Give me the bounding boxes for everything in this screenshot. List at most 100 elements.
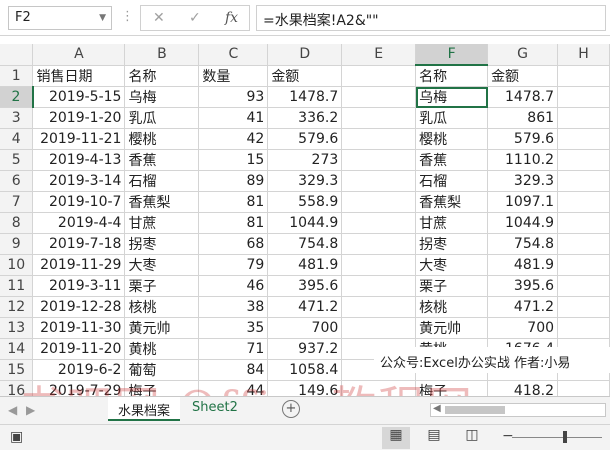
grid-cell[interactable]: 乌梅 — [415, 86, 489, 108]
grid-cell[interactable]: 乳瓜 — [415, 107, 489, 129]
column-header[interactable]: H — [557, 44, 610, 66]
grid-cell[interactable]: 黄元帅 — [415, 317, 489, 339]
tab-prev-icon[interactable]: ◀ — [8, 403, 17, 417]
grid-cell[interactable]: 甘蔗 — [415, 212, 489, 234]
grid-cell[interactable] — [341, 149, 417, 171]
grid-cell[interactable]: 754.8 — [267, 233, 343, 255]
grid-cell[interactable]: 金额 — [487, 65, 559, 87]
row-header[interactable]: 15 — [0, 359, 34, 381]
grid-cell[interactable] — [557, 296, 610, 318]
row-header[interactable]: 9 — [0, 233, 34, 255]
column-header[interactable]: B — [124, 44, 200, 66]
row-header[interactable]: 6 — [0, 170, 34, 192]
grid-cell[interactable]: 81 — [198, 191, 269, 213]
grid-cell[interactable]: 579.6 — [267, 128, 343, 150]
grid-cell[interactable] — [341, 233, 417, 255]
grid-cell[interactable]: 1044.9 — [267, 212, 343, 234]
grid-cell[interactable] — [557, 86, 610, 108]
grid-cell[interactable]: 拐枣 — [124, 233, 200, 255]
row-header[interactable]: 8 — [0, 212, 34, 234]
column-header[interactable]: G — [487, 44, 559, 66]
insert-function-icon[interactable]: fx — [225, 10, 238, 26]
grid-cell[interactable]: 481.9 — [487, 254, 559, 276]
grid-cell[interactable]: 2019-11-29 — [32, 254, 126, 276]
grid-cell[interactable] — [341, 212, 417, 234]
grid-cell[interactable]: 2019-7-18 — [32, 233, 126, 255]
grid-cell[interactable]: 68 — [198, 233, 269, 255]
grid-cell[interactable]: 乌梅 — [124, 86, 200, 108]
grid-cell[interactable]: 1044.9 — [487, 212, 559, 234]
grid-cell[interactable]: 大枣 — [415, 254, 489, 276]
normal-view-icon[interactable]: ▦ — [382, 427, 410, 449]
grid-cell[interactable]: 1478.7 — [487, 86, 559, 108]
grid-cell[interactable]: 937.2 — [267, 338, 343, 360]
grid-cell[interactable]: 71 — [198, 338, 269, 360]
tab-next-icon[interactable]: ▶ — [26, 403, 35, 417]
grid-cell[interactable]: 2019-11-20 — [32, 338, 126, 360]
grid-cell[interactable]: 乳瓜 — [124, 107, 200, 129]
grid-cell[interactable]: 15 — [198, 149, 269, 171]
zoom-slider-thumb[interactable] — [563, 431, 567, 443]
add-sheet-icon[interactable]: + — [282, 400, 300, 418]
grid-cell[interactable]: 数量 — [198, 65, 269, 87]
zoom-out-icon[interactable]: − — [502, 428, 514, 444]
grid-cell[interactable] — [557, 149, 610, 171]
grid-cell[interactable] — [557, 233, 610, 255]
zoom-slider[interactable] — [512, 437, 602, 438]
grid-cell[interactable]: 名称 — [124, 65, 200, 87]
row-header[interactable]: 13 — [0, 317, 34, 339]
grid-cell[interactable]: 79 — [198, 254, 269, 276]
grid-cell[interactable] — [557, 212, 610, 234]
grid-cell[interactable]: 579.6 — [487, 128, 559, 150]
grid-cell[interactable] — [557, 275, 610, 297]
grid-cell[interactable]: 核桃 — [124, 296, 200, 318]
grid-cell[interactable]: 700 — [267, 317, 343, 339]
column-header[interactable]: D — [267, 44, 343, 66]
name-box[interactable]: F2 ▼ — [8, 6, 112, 30]
grid-cell[interactable]: 2019-1-20 — [32, 107, 126, 129]
grid-cell[interactable]: 93 — [198, 86, 269, 108]
grid-cell[interactable]: 葡萄 — [124, 359, 200, 381]
grid-cell[interactable]: 1058.4 — [267, 359, 343, 381]
row-header[interactable]: 7 — [0, 191, 34, 213]
grid-cell[interactable]: 38 — [198, 296, 269, 318]
grid-cell[interactable] — [557, 128, 610, 150]
horizontal-scrollbar[interactable]: ◀ — [430, 403, 606, 417]
scrollbar-thumb[interactable] — [445, 406, 505, 414]
grid-cell[interactable] — [341, 296, 417, 318]
grid-cell[interactable] — [341, 86, 417, 108]
grid-cell[interactable] — [341, 254, 417, 276]
grid-cell[interactable]: 1478.7 — [267, 86, 343, 108]
row-header[interactable]: 1 — [0, 65, 34, 87]
grid-cell[interactable]: 46 — [198, 275, 269, 297]
row-header[interactable]: 12 — [0, 296, 34, 318]
row-header[interactable]: 2 — [0, 86, 34, 108]
grid-cell[interactable] — [557, 170, 610, 192]
grid-cell[interactable]: 石榴 — [415, 170, 489, 192]
grid-cell[interactable]: 481.9 — [267, 254, 343, 276]
column-header[interactable]: A — [32, 44, 126, 66]
grid-cell[interactable]: 84 — [198, 359, 269, 381]
grid-cell[interactable]: 395.6 — [267, 275, 343, 297]
enter-icon[interactable]: ✓ — [189, 10, 201, 26]
chevron-down-icon[interactable]: ▼ — [99, 13, 106, 23]
grid-cell[interactable]: 石榴 — [124, 170, 200, 192]
row-header[interactable]: 5 — [0, 149, 34, 171]
grid-cell[interactable]: 香蕉 — [415, 149, 489, 171]
grid-cell[interactable]: 香蕉梨 — [124, 191, 200, 213]
grid-cell[interactable]: 558.9 — [267, 191, 343, 213]
grid-cell[interactable]: 754.8 — [487, 233, 559, 255]
grid-cell[interactable]: 大枣 — [124, 254, 200, 276]
macro-record-icon[interactable]: ▣ — [10, 429, 23, 445]
formula-input[interactable]: =水果档案!A2&"" — [256, 5, 606, 31]
sheet-tab[interactable]: 水果档案 — [108, 397, 181, 421]
grid-cell[interactable]: 700 — [487, 317, 559, 339]
grid-cell[interactable]: 2019-11-30 — [32, 317, 126, 339]
grid-cell[interactable]: 2019-6-2 — [32, 359, 126, 381]
grid-cell[interactable] — [557, 65, 610, 87]
grid-cell[interactable]: 香蕉 — [124, 149, 200, 171]
grid-cell[interactable]: 89 — [198, 170, 269, 192]
cancel-icon[interactable]: ✕ — [153, 10, 165, 26]
grid-cell[interactable]: 861 — [487, 107, 559, 129]
grid-cell[interactable]: 1097.1 — [487, 191, 559, 213]
